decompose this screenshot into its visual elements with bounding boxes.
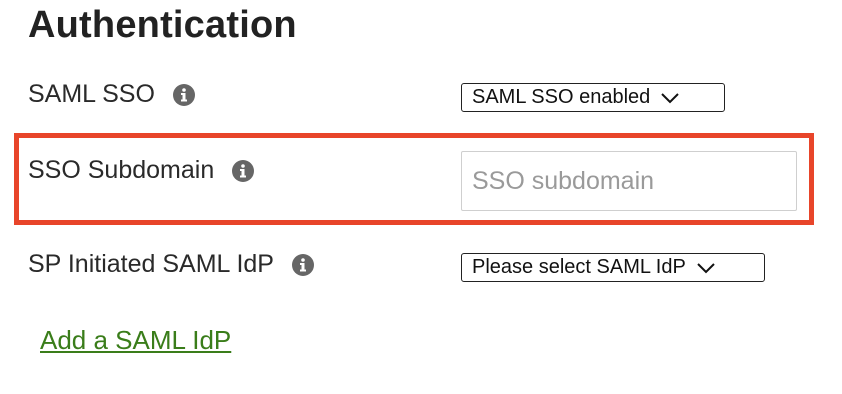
sso-subdomain-input[interactable]: [461, 151, 797, 211]
saml-sso-select-value: SAML SSO enabled: [472, 86, 651, 108]
chevron-down-icon: [697, 262, 715, 273]
sso-subdomain-row: SSO Subdomain: [28, 156, 255, 185]
saml-sso-label: SAML SSO: [28, 80, 155, 108]
chevron-down-icon: [661, 92, 679, 103]
section-title: Authentication: [28, 4, 297, 46]
sp-initiated-row: SP Initiated SAML IdP: [28, 250, 314, 279]
authentication-settings: Authentication SAML SSO SAML SSO enabled…: [0, 0, 842, 394]
info-icon[interactable]: [291, 253, 314, 276]
saml-sso-row: SAML SSO: [28, 80, 195, 109]
add-saml-idp-link[interactable]: Add a SAML IdP: [40, 325, 231, 356]
sso-subdomain-label: SSO Subdomain: [28, 156, 215, 184]
sp-initiated-label: SP Initiated SAML IdP: [28, 250, 274, 278]
info-icon[interactable]: [172, 83, 195, 106]
sp-initiated-select[interactable]: Please select SAML IdP: [461, 253, 765, 282]
info-icon[interactable]: [232, 159, 255, 182]
saml-sso-select[interactable]: SAML SSO enabled: [461, 83, 725, 112]
sp-initiated-select-value: Please select SAML IdP: [472, 256, 686, 278]
